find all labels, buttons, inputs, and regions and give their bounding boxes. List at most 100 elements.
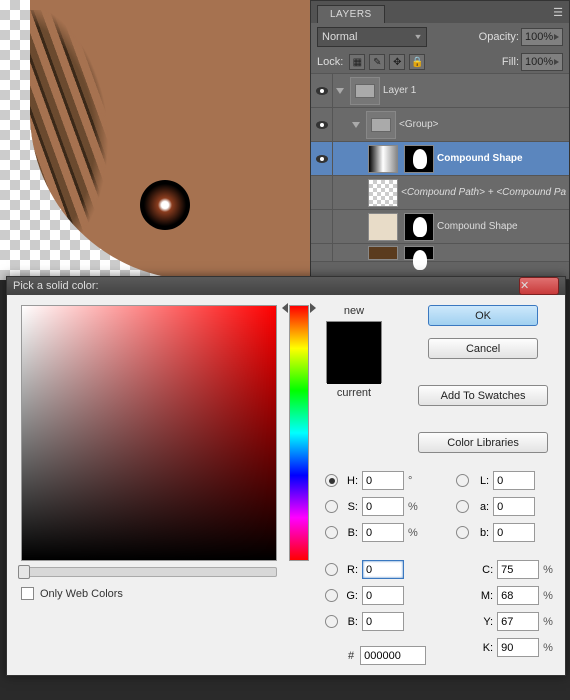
hue-slider[interactable]	[289, 305, 309, 561]
hue-marker-icon	[282, 303, 288, 313]
current-label: current	[337, 387, 371, 399]
s-input[interactable]	[362, 497, 404, 516]
field-label: R:	[342, 564, 358, 576]
r-input[interactable]	[362, 560, 404, 579]
slider-track[interactable]	[21, 567, 277, 577]
unit-label: %	[408, 527, 422, 539]
visibility-icon[interactable]	[316, 155, 328, 163]
field-label: S:	[342, 501, 358, 513]
color-preview	[326, 321, 382, 383]
lock-transparent-icon[interactable]: ▦	[349, 54, 365, 70]
mask-thumb[interactable]	[404, 246, 434, 260]
color-libraries-button[interactable]: Color Libraries	[418, 432, 548, 453]
a-input[interactable]	[493, 497, 535, 516]
layer-name: <Compound Path> + <Compound Pa	[401, 187, 569, 198]
mask-thumb[interactable]	[404, 213, 434, 241]
k-input[interactable]	[497, 638, 539, 657]
y-input[interactable]	[497, 612, 539, 631]
h-radio[interactable]	[325, 474, 338, 487]
g-input[interactable]	[362, 586, 404, 605]
fill-input[interactable]: 100%	[521, 53, 563, 71]
field-label: M:	[477, 590, 493, 602]
unit-label: %	[543, 590, 557, 602]
l-radio[interactable]	[456, 474, 469, 487]
lock-row: Lock: ▦ ✎ ✥ 🔒 Fill: 100%	[311, 51, 569, 74]
field-label: K:	[477, 642, 493, 654]
unit-label: °	[408, 475, 422, 487]
layer-row[interactable]: Compound Shape	[311, 142, 569, 176]
r-radio[interactable]	[325, 563, 338, 576]
ok-button[interactable]: OK	[428, 305, 538, 326]
panel-menu-icon[interactable]: ☰	[547, 1, 569, 23]
opacity-value: 100%	[525, 31, 553, 43]
b-rgb-input[interactable]	[362, 612, 404, 631]
field-label: a:	[473, 501, 489, 513]
layer-thumb[interactable]	[368, 179, 398, 207]
field-label: B:	[342, 616, 358, 628]
new-label: new	[344, 305, 364, 317]
l-input[interactable]	[493, 471, 535, 490]
cancel-button[interactable]: Cancel	[428, 338, 538, 359]
add-swatches-button[interactable]: Add To Swatches	[418, 385, 548, 406]
b-lab-radio[interactable]	[456, 526, 469, 539]
web-colors-checkbox[interactable]	[21, 587, 34, 600]
lock-all-icon[interactable]: 🔒	[409, 54, 425, 70]
blend-mode-select[interactable]: Normal	[317, 27, 427, 47]
panel-tab-bar: LAYERS ☰	[311, 1, 569, 23]
field-label: G:	[342, 590, 358, 602]
unit-label: %	[543, 642, 557, 654]
layer-row[interactable]: Layer 1	[311, 74, 569, 108]
tab-layers[interactable]: LAYERS	[317, 5, 385, 23]
h-input[interactable]	[362, 471, 404, 490]
g-radio[interactable]	[325, 589, 338, 602]
close-icon: ✕	[520, 281, 558, 292]
c-input[interactable]	[497, 560, 539, 579]
disclosure-icon[interactable]	[352, 122, 360, 128]
b-hsb-radio[interactable]	[325, 526, 338, 539]
canvas[interactable]	[0, 0, 310, 280]
s-radio[interactable]	[325, 500, 338, 513]
unit-label: %	[543, 616, 557, 628]
visibility-icon[interactable]	[316, 121, 328, 129]
layer-thumb[interactable]	[368, 213, 398, 241]
visibility-icon[interactable]	[316, 87, 328, 95]
lock-paint-icon[interactable]: ✎	[369, 54, 385, 70]
b-hsb-input[interactable]	[362, 523, 404, 542]
layer-row[interactable]: <Compound Path> + <Compound Pa	[311, 176, 569, 210]
layer-name: Compound Shape	[437, 153, 569, 164]
chevron-down-icon	[415, 35, 421, 39]
layers-panel: LAYERS ☰ Normal Opacity: 100% Lock: ▦ ✎ …	[310, 0, 570, 280]
b-lab-input[interactable]	[493, 523, 535, 542]
a-radio[interactable]	[456, 500, 469, 513]
layer-thumb[interactable]	[368, 145, 398, 173]
opacity-input[interactable]: 100%	[521, 28, 563, 46]
lock-label: Lock:	[317, 56, 343, 68]
layer-thumb[interactable]	[368, 246, 398, 260]
folder-thumb	[366, 111, 396, 139]
dialog-titlebar[interactable]: Pick a solid color: ✕	[7, 277, 565, 295]
layer-name: <Group>	[399, 119, 569, 130]
color-field[interactable]	[21, 305, 277, 561]
blend-mode-value: Normal	[322, 31, 357, 43]
layer-row[interactable]	[311, 244, 569, 262]
unit-label: %	[408, 501, 422, 513]
hex-input[interactable]	[360, 646, 426, 665]
color-picker-dialog: Pick a solid color: ✕ Only Web Colors ne…	[6, 276, 566, 676]
unit-label: %	[543, 564, 557, 576]
artwork-illustration	[30, 0, 310, 280]
disclosure-icon[interactable]	[336, 88, 344, 94]
layer-row[interactable]: Compound Shape	[311, 210, 569, 244]
arrow-icon	[554, 59, 559, 65]
hue-marker-icon	[310, 303, 316, 313]
slider-thumb[interactable]	[18, 565, 30, 579]
b-rgb-radio[interactable]	[325, 615, 338, 628]
lock-position-icon[interactable]: ✥	[389, 54, 405, 70]
layer-row[interactable]: <Group>	[311, 108, 569, 142]
m-input[interactable]	[497, 586, 539, 605]
field-label: b:	[473, 527, 489, 539]
mask-thumb[interactable]	[404, 145, 434, 173]
blend-row: Normal Opacity: 100%	[311, 23, 569, 51]
fill-label: Fill:	[502, 56, 519, 68]
field-label: Y:	[477, 616, 493, 628]
close-button[interactable]: ✕	[519, 277, 559, 295]
